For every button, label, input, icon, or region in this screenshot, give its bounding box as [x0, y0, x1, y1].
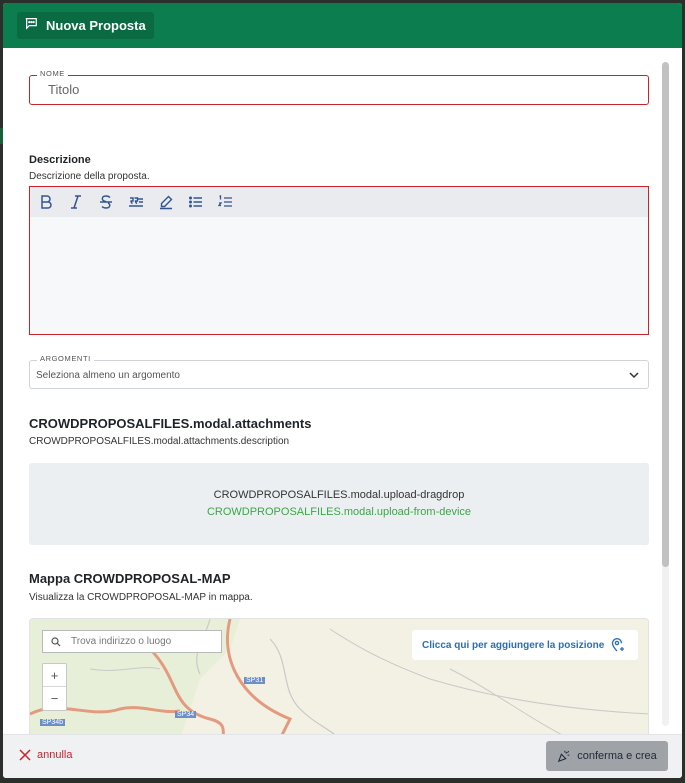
upload-dragdrop-text: CROWDPROPOSALFILES.modal.upload-dragdrop [213, 489, 465, 501]
road-label: SP34 [175, 711, 197, 718]
confirm-label: conferma e crea [577, 750, 657, 762]
chat-icon [24, 16, 38, 35]
upload-from-device-link[interactable]: CROWDPROPOSALFILES.modal.upload-from-dev… [29, 506, 649, 518]
modal-body[interactable]: NOME Titolo Descrizione Descrizione dell… [3, 48, 682, 734]
highlight-icon[interactable] [156, 192, 176, 212]
confirm-create-button[interactable]: conferma e crea [546, 741, 668, 771]
search-icon [51, 636, 61, 646]
cancel-label: annulla [37, 749, 73, 761]
arguments-select[interactable]: ARGOMENTI Seleziona almeno un argomento [29, 354, 649, 389]
quote-icon[interactable] [126, 192, 146, 212]
map-title: Mappa CROWDPROPOSAL-MAP [29, 571, 231, 586]
arguments-legend: ARGOMENTI [37, 354, 94, 363]
modal-footer: annulla conferma e crea [3, 734, 682, 778]
zoom-out-button[interactable]: − [43, 687, 66, 710]
arguments-placeholder: Seleziona almeno un argomento [36, 370, 180, 381]
bold-icon[interactable] [36, 192, 56, 212]
editor-toolbar [30, 187, 648, 217]
add-position-label: Clicca qui per aggiungere la posizione [422, 639, 605, 651]
map-zoom-control: + − [42, 663, 67, 711]
attachments-description: CROWDPROPOSALFILES.modal.attachments.des… [29, 436, 290, 447]
map-search-placeholder[interactable]: Trova indirizzo o luogo [71, 636, 171, 647]
map-description: Visualizza la CROWDPROPOSAL-MAP in mappa… [29, 592, 253, 603]
road-label: SP34b [40, 719, 66, 726]
zoom-in-button[interactable]: + [43, 664, 66, 687]
chevron-down-icon[interactable] [628, 369, 640, 381]
cancel-button[interactable]: annulla [19, 749, 72, 761]
numbered-list-icon[interactable] [216, 192, 236, 212]
party-icon [558, 750, 570, 763]
name-input-value[interactable]: Titolo [48, 82, 79, 97]
close-icon [19, 749, 31, 761]
add-location-icon [612, 638, 625, 652]
modal-title-chip: Nuova Proposta [17, 12, 154, 39]
strikethrough-icon[interactable] [96, 192, 116, 212]
map-view[interactable]: SP31 SP34 SP34b Trova indirizzo o luogo … [29, 618, 649, 734]
upload-dropzone[interactable]: CROWDPROPOSALFILES.modal.upload-dragdrop… [29, 463, 649, 545]
proposal-modal: Nuova Proposta NOME Titolo Descrizione D… [3, 3, 682, 778]
italic-icon[interactable] [66, 192, 86, 212]
map-search-box[interactable]: Trova indirizzo o luogo [42, 630, 222, 653]
description-title: Descrizione [29, 154, 91, 166]
attachments-title: CROWDPROPOSALFILES.modal.attachments [29, 416, 312, 431]
modal-title: Nuova Proposta [46, 18, 146, 33]
name-field[interactable]: NOME Titolo [29, 69, 649, 105]
name-legend: NOME [37, 69, 68, 78]
editor-body[interactable] [30, 217, 648, 334]
bullet-list-icon[interactable] [186, 192, 206, 212]
scrollbar-thumb[interactable] [662, 62, 669, 567]
road-label: SP31 [244, 677, 266, 684]
add-position-button[interactable]: Clicca qui per aggiungere la posizione [412, 630, 638, 660]
description-editor[interactable] [29, 186, 649, 335]
description-subtitle: Descrizione della proposta. [29, 171, 150, 182]
modal-header: Nuova Proposta [3, 3, 682, 48]
